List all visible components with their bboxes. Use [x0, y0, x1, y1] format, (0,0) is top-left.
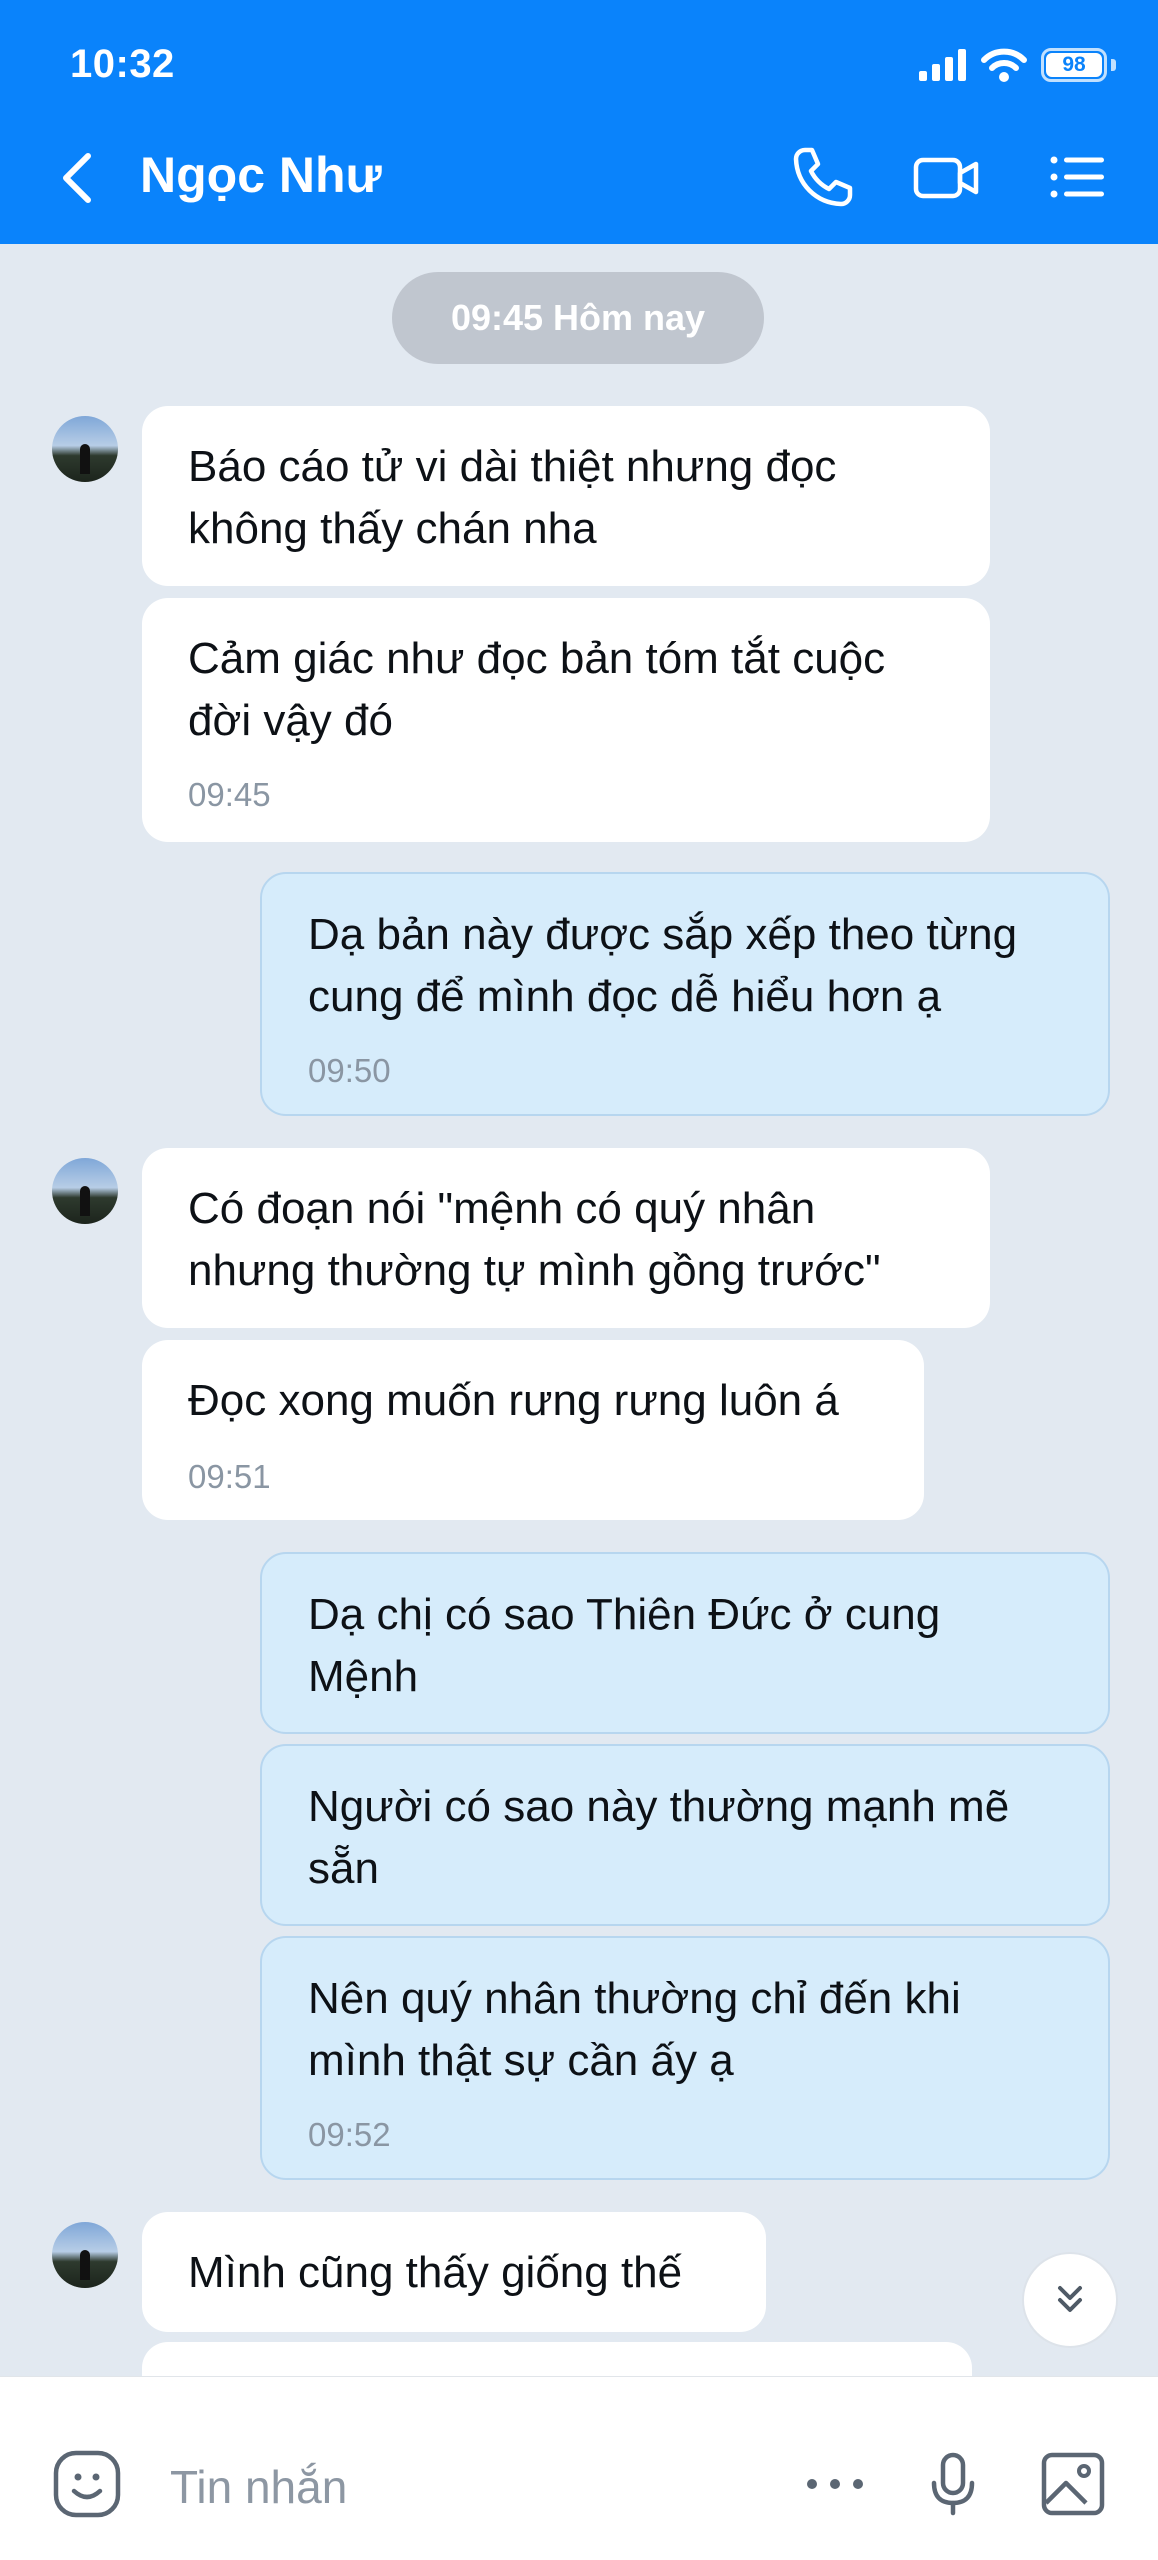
message-time: 09:52	[308, 2116, 391, 2153]
message-composer	[0, 2376, 1158, 2560]
message-bubble[interactable]: Dạ bản này được sắp xếp theo từng cung đ…	[260, 872, 1110, 1116]
status-icons: 98	[919, 48, 1116, 82]
sticker-emoji-icon[interactable]	[50, 2447, 124, 2521]
message-time: 09:45	[188, 776, 271, 813]
contact-avatar[interactable]	[52, 1158, 118, 1224]
message-time: 09:51	[188, 1458, 271, 1495]
wifi-icon	[981, 48, 1027, 82]
double-chevron-down-icon	[1058, 2286, 1082, 2312]
message-text: Có đoạn nói "mệnh có quý nhân nhưng thườ…	[188, 1184, 881, 1295]
message-bubble[interactable]: Báo cáo tử vi dài thiệt nhưng đọc không …	[142, 406, 990, 586]
message-text: Mình cũng thấy giống thế	[188, 2248, 683, 2297]
chat-header: 10:32 98 Ngọc Như	[0, 0, 1158, 244]
message-text: Người có sao này thường mạnh mẽ sẵn	[308, 1782, 1010, 1893]
more-options-icon[interactable]	[798, 2447, 872, 2521]
message-bubble[interactable]: Có đoạn nói "mệnh có quý nhân nhưng thườ…	[142, 1148, 990, 1328]
contact-name[interactable]: Ngọc Như	[140, 146, 382, 204]
message-text: Nên quý nhân thường chỉ đến khi mình thậ…	[308, 1974, 961, 2085]
message-bubble[interactable]: Đọc xong muốn rưng rưng luôn á 09:51	[142, 1340, 924, 1520]
message-text: Báo cáo tử vi dài thiệt nhưng đọc không …	[188, 442, 837, 553]
message-text: Đọc xong muốn rưng rưng luôn á	[188, 1376, 839, 1425]
back-button[interactable]	[52, 148, 102, 208]
message-text: Dạ chị có sao Thiên Đức ở cung Mệnh	[308, 1590, 941, 1701]
message-text: Dạ bản này được sắp xếp theo từng cung đ…	[308, 910, 1018, 1021]
message-text: Cảm giác như đọc bản tóm tắt cuộc đời vậ…	[188, 634, 886, 745]
contact-avatar[interactable]	[52, 416, 118, 482]
message-time: 09:50	[308, 1052, 391, 1089]
message-bubble[interactable]: Người có sao này thường mạnh mẽ sẵn	[260, 1744, 1110, 1926]
battery-level: 98	[1046, 53, 1102, 77]
signal-icon	[919, 49, 966, 81]
message-bubble[interactable]: Nên quý nhân thường chỉ đến khi mình thậ…	[260, 1936, 1110, 2180]
status-time: 10:32	[70, 42, 175, 86]
chat-menu-icon[interactable]	[1042, 142, 1112, 212]
message-bubble[interactable]: Dạ chị có sao Thiên Đức ở cung Mệnh	[260, 1552, 1110, 1734]
message-bubble[interactable]: Cảm giác như đọc bản tóm tắt cuộc đời vậ…	[142, 598, 990, 842]
scroll-to-bottom-button[interactable]	[1022, 2252, 1118, 2348]
message-bubble[interactable]: Mình cũng thấy giống thế	[142, 2212, 766, 2332]
phone-call-icon[interactable]	[788, 142, 858, 212]
video-call-icon[interactable]	[912, 142, 982, 212]
contact-avatar[interactable]	[52, 2222, 118, 2288]
image-gallery-icon[interactable]	[1036, 2447, 1110, 2521]
microphone-icon[interactable]	[916, 2447, 990, 2521]
message-input[interactable]	[170, 2459, 730, 2515]
battery-icon: 98	[1041, 48, 1107, 82]
date-separator: 09:45 Hôm nay	[392, 272, 764, 364]
